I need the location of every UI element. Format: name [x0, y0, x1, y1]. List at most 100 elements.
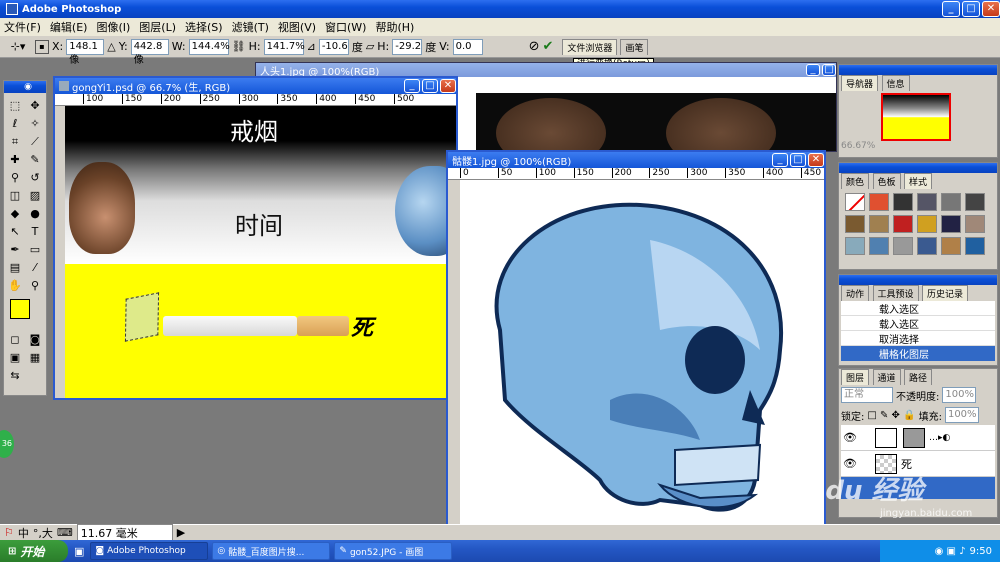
menu-window[interactable]: 窗口(W): [325, 19, 366, 35]
doc-skull-minimize[interactable]: _: [772, 153, 788, 167]
status-arrow-icon[interactable]: ▶: [177, 526, 185, 539]
style-swatch[interactable]: [941, 215, 961, 233]
minimize-button[interactable]: _: [942, 1, 960, 17]
quickmask-mode-icon[interactable]: ◙: [27, 332, 43, 348]
doc-window-gongyi[interactable]: gongYi1.psd @ 66.7% (生, RGB) _ □ ✕ 100 1…: [53, 76, 458, 400]
menu-filter[interactable]: 滤镜(T): [232, 19, 269, 35]
cancel-transform-icon[interactable]: ⊘: [529, 39, 540, 54]
tab-actions[interactable]: 动作: [841, 285, 870, 301]
tab-channels[interactable]: 通道: [872, 369, 901, 385]
eye-icon[interactable]: 👁: [841, 431, 859, 444]
navigator-zoom[interactable]: 66.67%: [839, 141, 997, 151]
doc-gongyi-title-bar[interactable]: gongYi1.psd @ 66.7% (生, RGB) _ □ ✕: [55, 78, 456, 94]
path-select-icon[interactable]: ↖: [7, 224, 23, 240]
fullscreen-mode-icon[interactable]: ▦: [27, 350, 43, 366]
style-swatch[interactable]: [917, 237, 937, 255]
doc-skull-maximize[interactable]: □: [790, 153, 806, 167]
style-swatch[interactable]: [893, 237, 913, 255]
type-tool-icon[interactable]: T: [27, 224, 43, 240]
history-item[interactable]: 取消选择: [841, 331, 995, 346]
layer-effects-icon[interactable]: …▸◐: [929, 433, 950, 443]
doc-skull-title-bar[interactable]: 骷髅1.jpg @ 100%(RGB) _ □ ✕: [448, 152, 824, 168]
doc-gongyi-minimize[interactable]: _: [404, 79, 420, 93]
height-field[interactable]: 141.7%: [263, 38, 305, 55]
style-swatch[interactable]: [965, 237, 985, 255]
lasso-tool-icon[interactable]: ℓ: [7, 116, 23, 132]
tab-layers[interactable]: 图层: [841, 369, 870, 385]
fill-field[interactable]: 100%: [944, 407, 979, 423]
marquee-tool-icon[interactable]: ⬚: [7, 98, 23, 114]
shape-tool-icon[interactable]: ▭: [27, 242, 43, 258]
reference-point-icon[interactable]: ▪: [35, 39, 49, 54]
stamp-tool-icon[interactable]: ⚲: [7, 170, 23, 186]
history-brush-icon[interactable]: ↺: [27, 170, 43, 186]
eraser-tool-icon[interactable]: ◫: [7, 188, 23, 204]
angle-field[interactable]: -10.6: [318, 38, 349, 55]
menu-edit[interactable]: 编辑(E): [50, 19, 88, 35]
hskew-field[interactable]: -29.2: [392, 38, 423, 55]
menu-layer[interactable]: 图层(L): [139, 19, 176, 35]
style-swatch[interactable]: [845, 237, 865, 255]
doc-head-title-bar[interactable]: 人头1.jpg @ 100%(RGB) _ □: [256, 63, 836, 78]
color-swatches[interactable]: [4, 297, 46, 331]
eyedropper-icon[interactable]: ⁄: [27, 260, 43, 276]
quicklaunch-icon[interactable]: ▣: [74, 545, 84, 558]
opacity-field[interactable]: 100%: [942, 387, 977, 403]
menu-select[interactable]: 选择(S): [185, 19, 223, 35]
style-swatch[interactable]: [965, 215, 985, 233]
hand-tool-icon[interactable]: ✋: [7, 278, 23, 294]
vskew-field[interactable]: 0.0: [452, 38, 483, 55]
standard-mode-icon[interactable]: ◻: [7, 332, 23, 348]
pen-tool-icon[interactable]: ✒: [7, 242, 23, 258]
dodge-tool-icon[interactable]: ●: [27, 206, 43, 222]
ime-settings[interactable]: °,大: [33, 525, 53, 541]
doc-gongyi-maximize[interactable]: □: [422, 79, 438, 93]
style-swatch[interactable]: [941, 193, 961, 211]
x-field[interactable]: 148.1 像: [66, 38, 105, 66]
history-item-selected[interactable]: 栅格化图层: [841, 346, 995, 361]
ime-icon[interactable]: ⚐: [4, 526, 14, 539]
brush-tool-icon[interactable]: ✎: [27, 152, 43, 168]
layer-row[interactable]: 👁 …▸◐: [841, 425, 995, 451]
doc-head-maximize[interactable]: □: [822, 64, 836, 76]
commit-transform-icon[interactable]: ✔: [543, 39, 554, 54]
style-swatch[interactable]: [845, 215, 865, 233]
foreground-color[interactable]: [10, 299, 30, 319]
zoom-tool-icon[interactable]: ⚲: [27, 278, 43, 294]
tab-file-browser[interactable]: 文件浏览器: [562, 38, 618, 55]
maximize-button[interactable]: □: [962, 1, 980, 17]
styles-grid[interactable]: [839, 189, 997, 259]
style-swatch[interactable]: [917, 193, 937, 211]
close-button[interactable]: ✕: [982, 1, 1000, 17]
tab-tool-presets[interactable]: 工具预设: [872, 285, 919, 301]
blend-mode-select[interactable]: 正常: [841, 387, 893, 403]
screen-mode-icon[interactable]: ▣: [7, 350, 23, 366]
slice-tool-icon[interactable]: ⟋: [27, 134, 43, 150]
crop-tool-icon[interactable]: ⌗: [7, 134, 23, 150]
navigator-thumbnail[interactable]: [881, 93, 951, 141]
style-swatch[interactable]: [893, 215, 913, 233]
style-swatch[interactable]: [869, 193, 889, 211]
healing-tool-icon[interactable]: ✚: [7, 152, 23, 168]
taskbar-item[interactable]: ◎ 骷髅_百度图片搜...: [212, 542, 331, 560]
move-tool-icon[interactable]: ✥: [27, 98, 43, 114]
style-swatch[interactable]: [917, 215, 937, 233]
menu-file[interactable]: 文件(F): [4, 19, 41, 35]
width-field[interactable]: 144.4%: [188, 38, 230, 55]
tab-history[interactable]: 历史记录: [922, 285, 969, 301]
tab-paths[interactable]: 路径: [904, 369, 933, 385]
menu-view[interactable]: 视图(V): [278, 19, 316, 35]
link-icon[interactable]: ⛓: [232, 40, 246, 53]
style-swatch[interactable]: [869, 215, 889, 233]
start-button[interactable]: ⊞ 开始: [0, 540, 68, 562]
history-item[interactable]: 载入选区: [841, 301, 995, 316]
tab-info[interactable]: 信息: [881, 75, 910, 91]
tab-swatches[interactable]: 色板: [872, 173, 901, 189]
keyboard-icon[interactable]: ⌨: [57, 526, 73, 539]
tab-brushes[interactable]: 画笔: [620, 38, 649, 55]
taskbar-item[interactable]: ✎ gon52.JPG - 画图: [334, 542, 453, 560]
style-swatch[interactable]: [941, 237, 961, 255]
tray-icons[interactable]: ◉ ▣ ♪: [935, 546, 966, 557]
jump-imageready-icon[interactable]: ⇆: [7, 368, 23, 384]
tab-color[interactable]: 颜色: [841, 173, 870, 189]
